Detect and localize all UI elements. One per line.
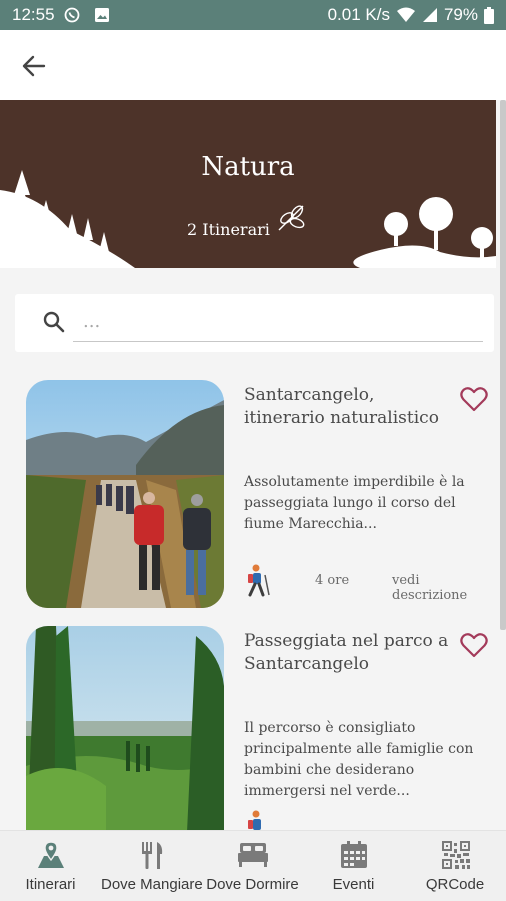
nav-qrcode[interactable]: QRCode xyxy=(404,831,506,901)
nav-eventi[interactable]: Eventi xyxy=(303,831,404,901)
nav-label: Dove Dormire xyxy=(206,876,299,893)
landscape-illustration xyxy=(0,170,496,268)
cutlery-icon xyxy=(142,842,163,869)
signal-icon xyxy=(422,8,437,22)
itinerary-count-label: 2 Itinerari xyxy=(187,220,270,239)
itinerary-meta: 4 ore vedi descrizione xyxy=(244,563,494,603)
status-time: 12:55 xyxy=(12,5,55,24)
image-icon xyxy=(95,8,109,22)
map-pin-icon xyxy=(38,841,64,868)
wifi-icon xyxy=(396,7,415,22)
itinerary-card[interactable]: Santarcangelo, itinerario naturalistico … xyxy=(26,380,496,610)
heart-outline-icon[interactable] xyxy=(460,386,488,412)
battery-level: 79% xyxy=(443,5,478,24)
bed-icon xyxy=(238,843,268,867)
view-description-link[interactable]: vedi descrizione xyxy=(392,573,494,603)
nav-itinerari[interactable]: Itinerari xyxy=(0,831,101,901)
itinerary-description: Il percorso è consigliato principalmente… xyxy=(244,720,474,799)
search-input[interactable] xyxy=(73,302,483,342)
whatsapp-icon xyxy=(64,7,80,23)
itinerary-title[interactable]: Passeggiata nel parco a Santarcangelo xyxy=(244,630,449,676)
status-bar: 12:55 0.01 K/s 79% xyxy=(0,0,506,30)
scrollbar[interactable] xyxy=(500,100,506,630)
hiker-icon xyxy=(248,564,270,597)
qr-code-icon xyxy=(442,841,470,869)
battery-icon xyxy=(484,6,494,24)
search-icon xyxy=(43,311,65,333)
heart-outline-icon[interactable] xyxy=(460,632,488,658)
arrow-left-icon[interactable] xyxy=(18,50,50,82)
nav-label: Dove Mangiare xyxy=(101,876,203,893)
category-header: Natura 2 Itinerari xyxy=(0,100,496,268)
nav-label: QRCode xyxy=(425,876,485,893)
nav-label: Eventi xyxy=(332,876,375,893)
leaves-icon xyxy=(278,205,305,231)
nav-dove-dormire[interactable]: Dove Dormire xyxy=(202,831,303,901)
bottom-navigation: Itinerari Dove Mangiare Dove Dormire Eve… xyxy=(0,830,506,901)
itinerary-duration: 4 ore xyxy=(315,573,350,588)
calendar-icon xyxy=(341,841,367,868)
itinerary-description: Assolutamente imperdibile è la passeggia… xyxy=(244,474,465,532)
itinerary-count: 2 Itinerari xyxy=(0,200,496,239)
app-bar xyxy=(0,30,506,100)
itinerary-photo[interactable] xyxy=(26,626,224,854)
search-bar xyxy=(15,294,494,352)
network-speed: 0.01 K/s xyxy=(327,5,390,24)
itinerary-title[interactable]: Santarcangelo, itinerario naturalistico xyxy=(244,384,449,430)
nav-label: Itinerari xyxy=(25,876,76,893)
itinerary-photo[interactable] xyxy=(26,380,224,608)
category-title: Natura xyxy=(201,152,295,182)
nav-dove-mangiare[interactable]: Dove Mangiare xyxy=(101,831,203,901)
itinerary-card[interactable]: Passeggiata nel parco a Santarcangelo Il… xyxy=(26,626,496,856)
